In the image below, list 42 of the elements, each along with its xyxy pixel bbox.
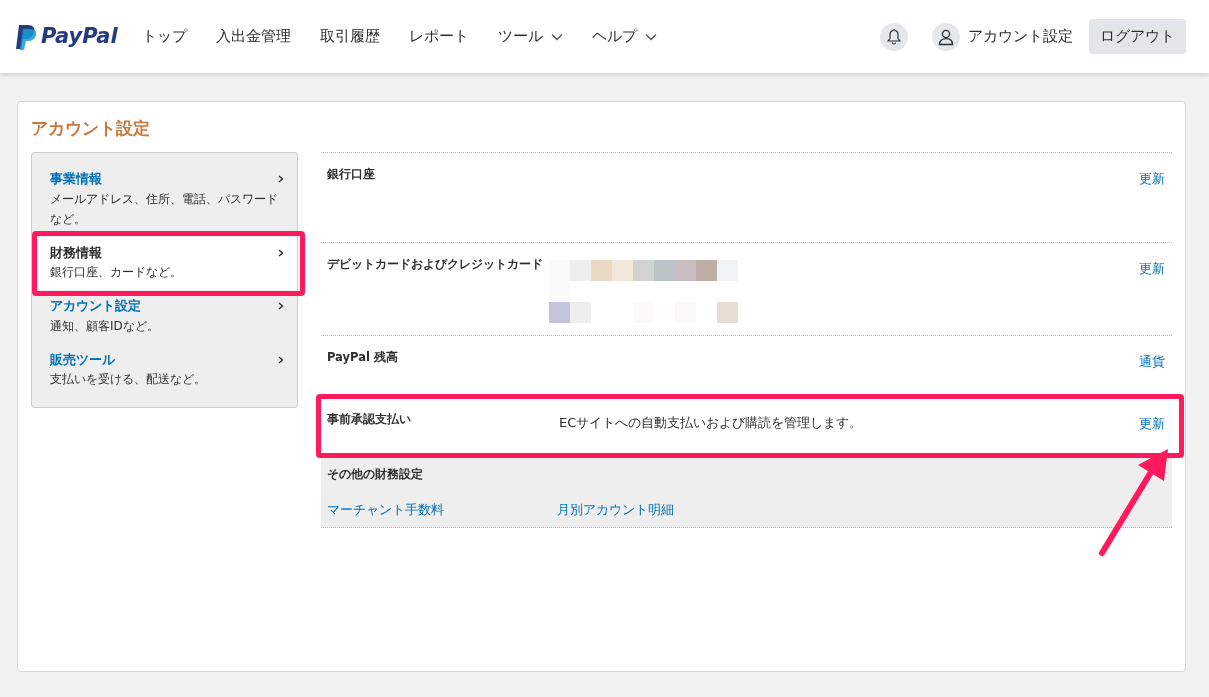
row-label: デビットカードおよびクレジットカード [327,256,544,274]
notification-bell-icon[interactable] [880,22,908,51]
sidebar-item-title: 財務情報 [50,243,102,262]
paypal-p-icon [15,23,37,50]
chevron-right-icon [277,248,285,257]
row-label: PayPal 残高 [327,349,399,367]
nav-link[interactable]: トップ [141,25,187,48]
update-link[interactable]: 更新 [1139,260,1165,280]
sidebar-item[interactable]: アカウント設定 通知、顧客IDなど。 [32,290,297,344]
chevron-right-icon [277,355,285,364]
caret-icon [644,32,657,41]
sidebar-item-title: 販売ツール [50,350,115,369]
chevron-right-icon [277,302,285,311]
nav-link[interactable]: レポート [408,25,469,48]
section-title: その他の財務設定 [327,466,424,484]
caret-icon [550,32,563,41]
sidebar-item-description: メールアドレス、住所、電話、パスワードなど。 [50,190,279,228]
update-link[interactable]: 更新 [1139,415,1165,435]
sidebar-item-description: 銀行口座、カードなど。 [50,264,183,282]
settings-link[interactable]: 月別アカウント明細 [557,499,674,520]
sidebar-item-description: 通知、顧客IDなど。 [50,317,160,335]
sidebar-item[interactable]: 販売ツール 支払いを受ける、配送など。 [32,343,297,398]
settings-link[interactable]: マーチャント手数料 [327,499,557,520]
sidebar-item-description: 支払いを受ける、配送など。 [50,371,207,389]
update-link[interactable]: 通貨 [1139,353,1165,373]
nav-link[interactable]: ヘルプ [591,25,657,48]
sidebar-item-title: アカウント設定 [50,297,141,316]
sidebar-item[interactable]: 事業情報 メールアドレス、住所、電話、パスワードなど。 [32,163,297,237]
row-description: ECサイトへの自動支払いおよび購読を管理します。 [559,414,863,433]
user-icon[interactable] [932,22,960,51]
page-title: アカウント設定 [31,118,151,139]
nav-link[interactable]: 取引履歴 [319,25,380,48]
paypal-logo[interactable]: PayPal [15,20,118,53]
row-label: 事前承認支払い [327,411,412,429]
row-label: 銀行口座 [327,166,376,184]
account-settings-link[interactable]: アカウント設定 [968,25,1073,48]
update-link[interactable]: 更新 [1139,170,1165,190]
logout-button[interactable]: ログアウト [1089,19,1186,54]
nav-link[interactable]: ツール [497,25,563,48]
chevron-right-icon [277,175,285,184]
nav-link[interactable]: 入出金管理 [215,25,291,48]
sidebar-item-title: 事業情報 [50,170,102,189]
